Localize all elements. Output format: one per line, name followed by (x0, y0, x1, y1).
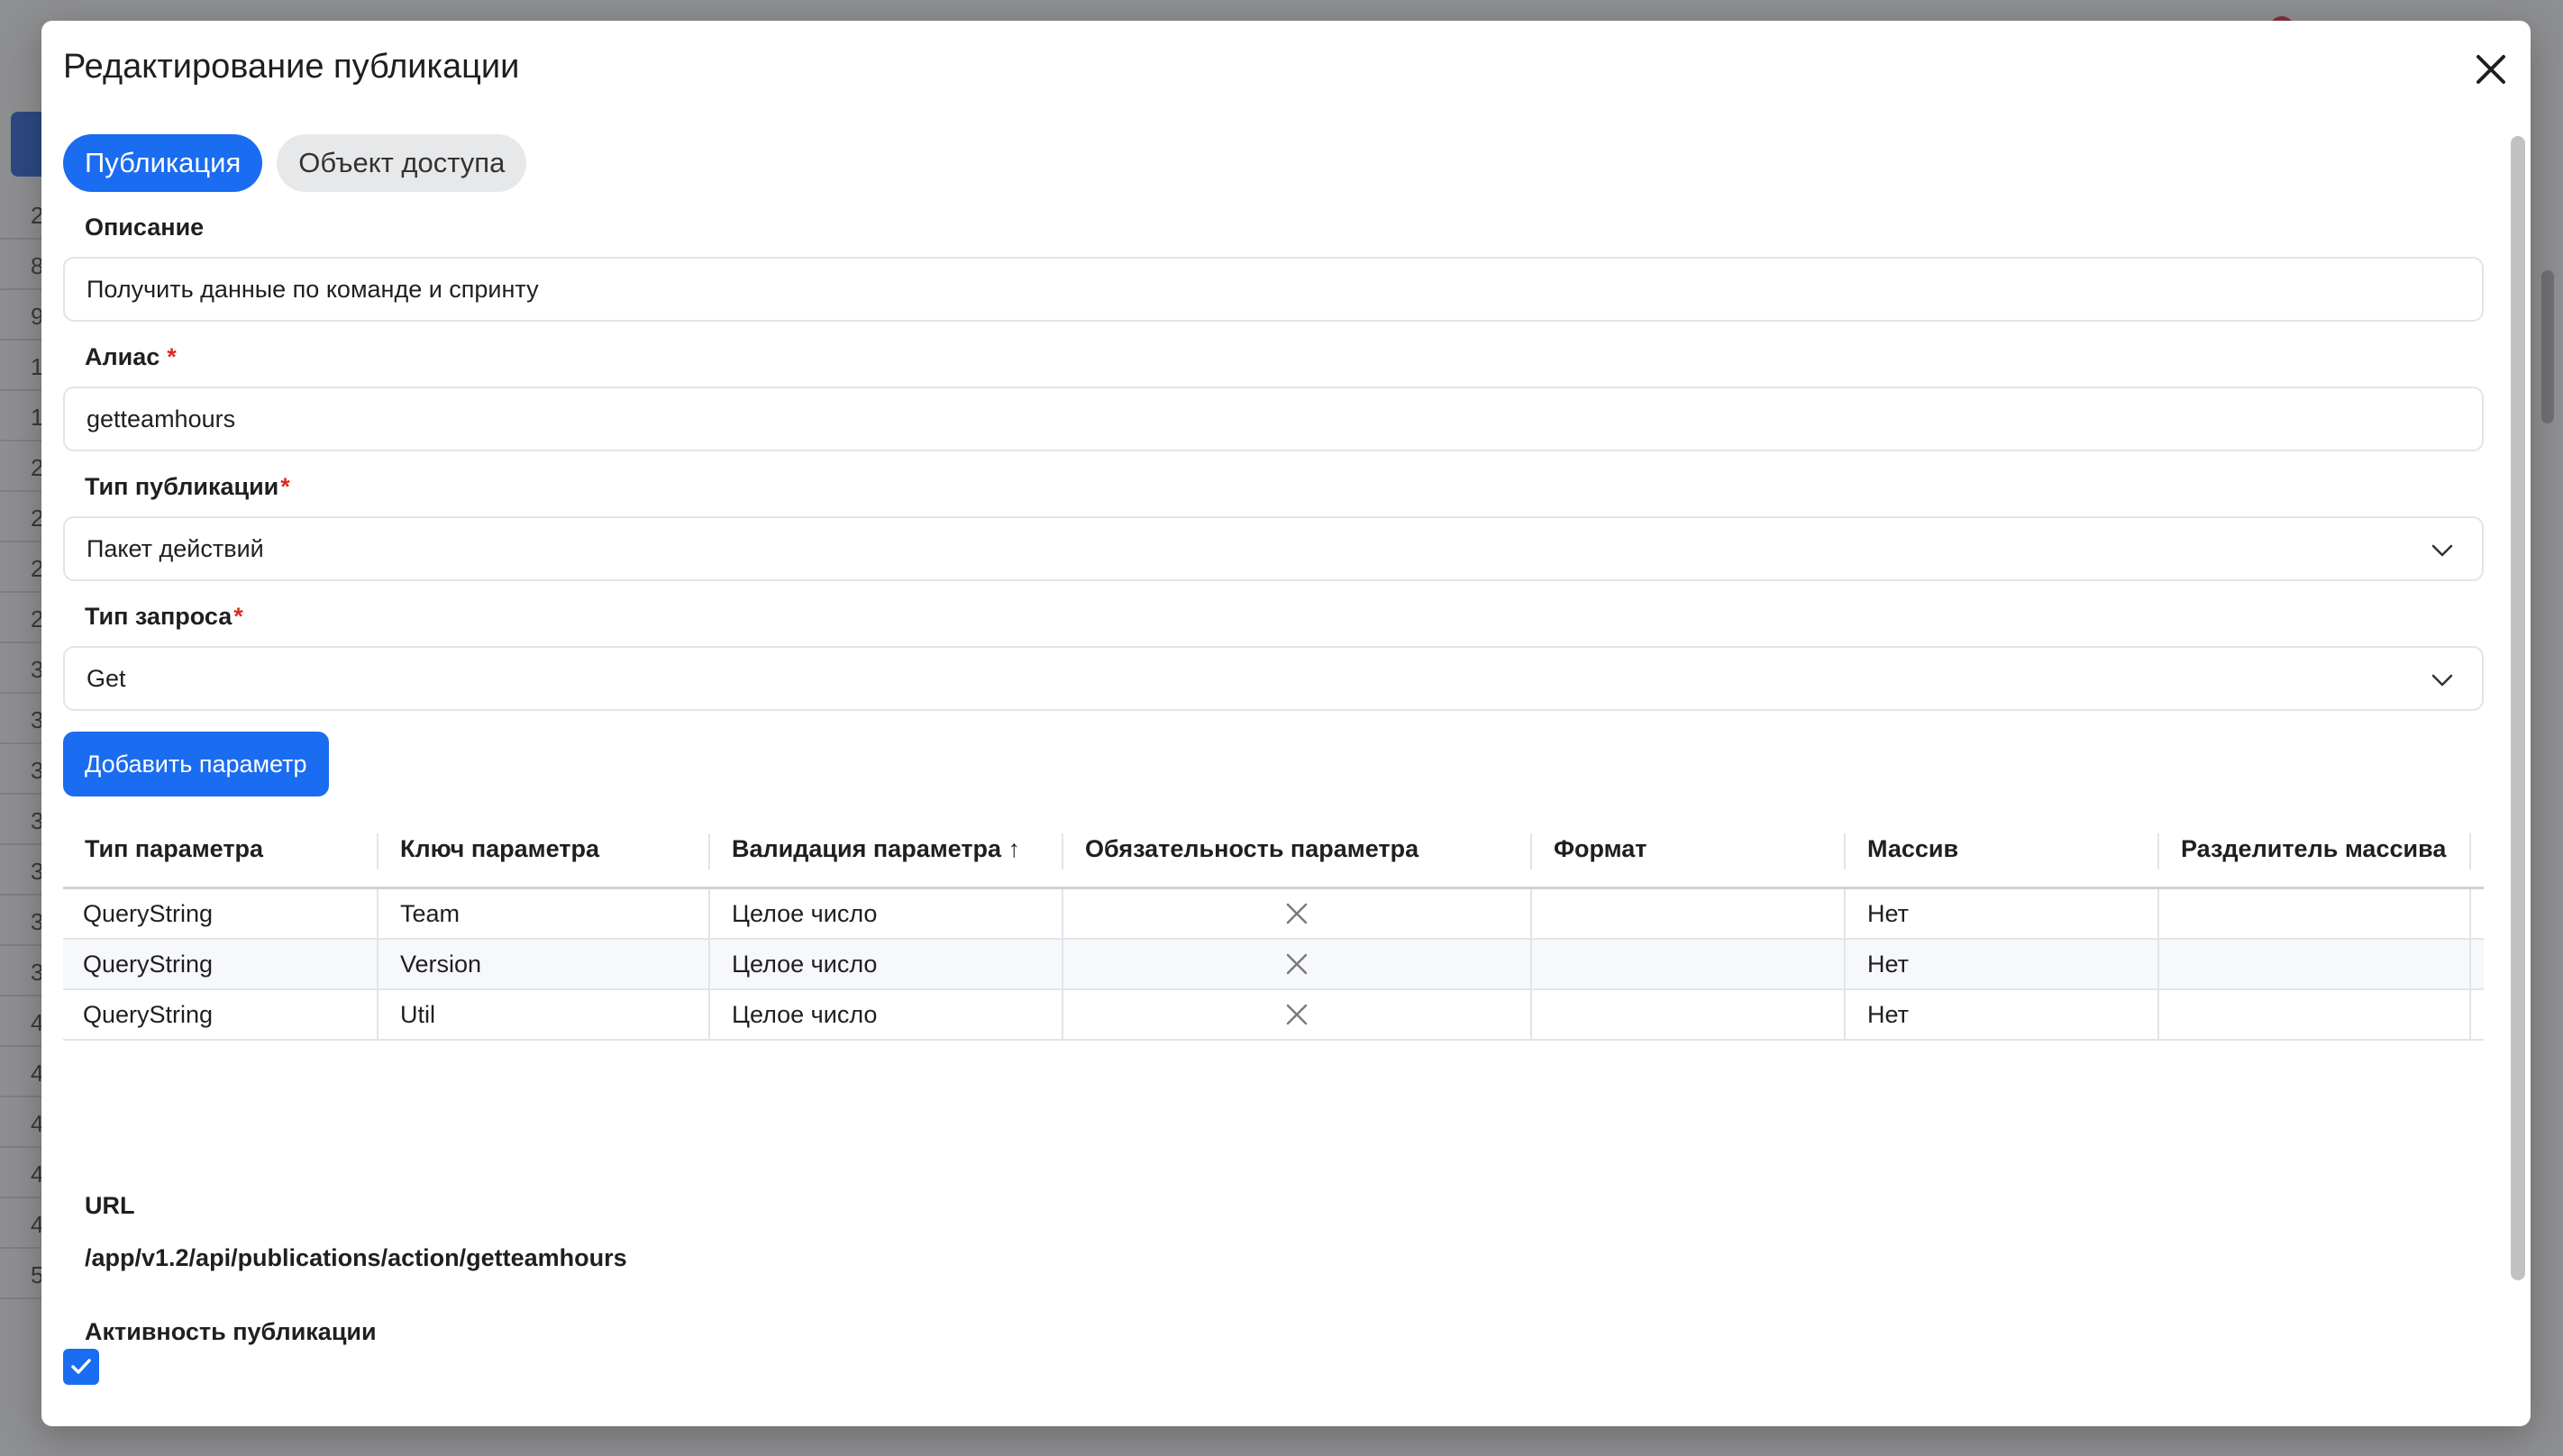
required-mark: * (167, 343, 177, 370)
not-required-icon (1286, 953, 1308, 975)
header-array[interactable]: Массив (1846, 812, 2159, 887)
alias-input[interactable]: getteamhours (63, 387, 2484, 451)
required-mark: * (233, 603, 243, 630)
header-param-key[interactable]: Ключ параметра (379, 812, 710, 887)
close-icon (2476, 55, 2505, 84)
cell-format (1532, 940, 1846, 988)
url-value: /app/v1.2/api/publications/action/gettea… (85, 1244, 627, 1271)
cell-param-key: Team (379, 889, 710, 938)
request-type-label: Тип запроса* (85, 603, 243, 630)
cell-array: Нет (1846, 889, 2159, 938)
cell-param-required (1063, 990, 1532, 1039)
modal-title: Редактирование публикации (63, 48, 520, 86)
not-required-icon (1286, 903, 1308, 924)
chevron-down-icon (2431, 674, 2453, 687)
header-format[interactable]: Формат (1532, 812, 1846, 887)
description-label: Описание (85, 214, 205, 241)
cell-param-required (1063, 940, 1532, 988)
table-row[interactable]: QueryString Team Целое число Нет (63, 889, 2484, 940)
tabs: Публикация Объект доступа (63, 134, 527, 192)
header-param-type[interactable]: Тип параметра (63, 812, 379, 887)
header-array-separator[interactable]: Разделитель массива (2159, 812, 2471, 887)
modal-scrollbar[interactable] (2507, 116, 2529, 1426)
cell-param-validation: Целое число (710, 889, 1063, 938)
cell-format (1532, 990, 1846, 1039)
publication-active-checkbox[interactable] (63, 1349, 99, 1385)
publication-type-label: Тип публикации* (85, 473, 290, 500)
request-type-select[interactable]: Get (63, 646, 2484, 711)
alias-label: Алиас * (85, 343, 177, 370)
table-header: Тип параметра Ключ параметра Валидация п… (63, 812, 2484, 889)
publication-type-select[interactable]: Пакет действий (63, 516, 2484, 581)
cell-array: Нет (1846, 940, 2159, 988)
cell-param-validation: Целое число (710, 940, 1063, 988)
add-parameter-button[interactable]: Добавить параметр (63, 732, 329, 796)
cell-param-required (1063, 889, 1532, 938)
cell-param-key: Version (379, 940, 710, 988)
scrollbar-thumb[interactable] (2511, 136, 2525, 1280)
table-row[interactable]: QueryString Version Целое число Нет (63, 940, 2484, 990)
cell-array-separator (2159, 940, 2471, 988)
cell-array: Нет (1846, 990, 2159, 1039)
required-mark: * (280, 473, 290, 500)
parameters-table: Тип параметра Ключ параметра Валидация п… (63, 812, 2484, 1041)
not-required-icon (1286, 1004, 1308, 1025)
table-row[interactable]: QueryString Util Целое число Нет (63, 990, 2484, 1041)
chevron-down-icon (2431, 544, 2453, 557)
header-param-required[interactable]: Обязательность параметра (1063, 812, 1532, 887)
check-icon (71, 1359, 91, 1374)
tab-publication[interactable]: Публикация (63, 134, 263, 192)
close-button[interactable] (2471, 50, 2511, 89)
cell-param-validation: Целое число (710, 990, 1063, 1039)
cell-param-type: QueryString (63, 940, 379, 988)
publication-active-label: Активность публикации (85, 1318, 377, 1345)
edit-publication-modal: Редактирование публикации Публикация Объ… (41, 21, 2531, 1426)
cell-param-type: QueryString (63, 889, 379, 938)
url-label: URL (85, 1192, 135, 1219)
header-param-validation[interactable]: Валидация параметра ↑ (710, 812, 1063, 887)
description-input[interactable]: Получить данные по команде и спринту (63, 257, 2484, 322)
cell-array-separator (2159, 990, 2471, 1039)
cell-array-separator (2159, 889, 2471, 938)
cell-format (1532, 889, 1846, 938)
cell-param-type: QueryString (63, 990, 379, 1039)
table-body: QueryString Team Целое число Нет QueryString… (63, 889, 2484, 1041)
cell-param-key: Util (379, 990, 710, 1039)
tab-access-object[interactable]: Объект доступа (277, 134, 527, 192)
